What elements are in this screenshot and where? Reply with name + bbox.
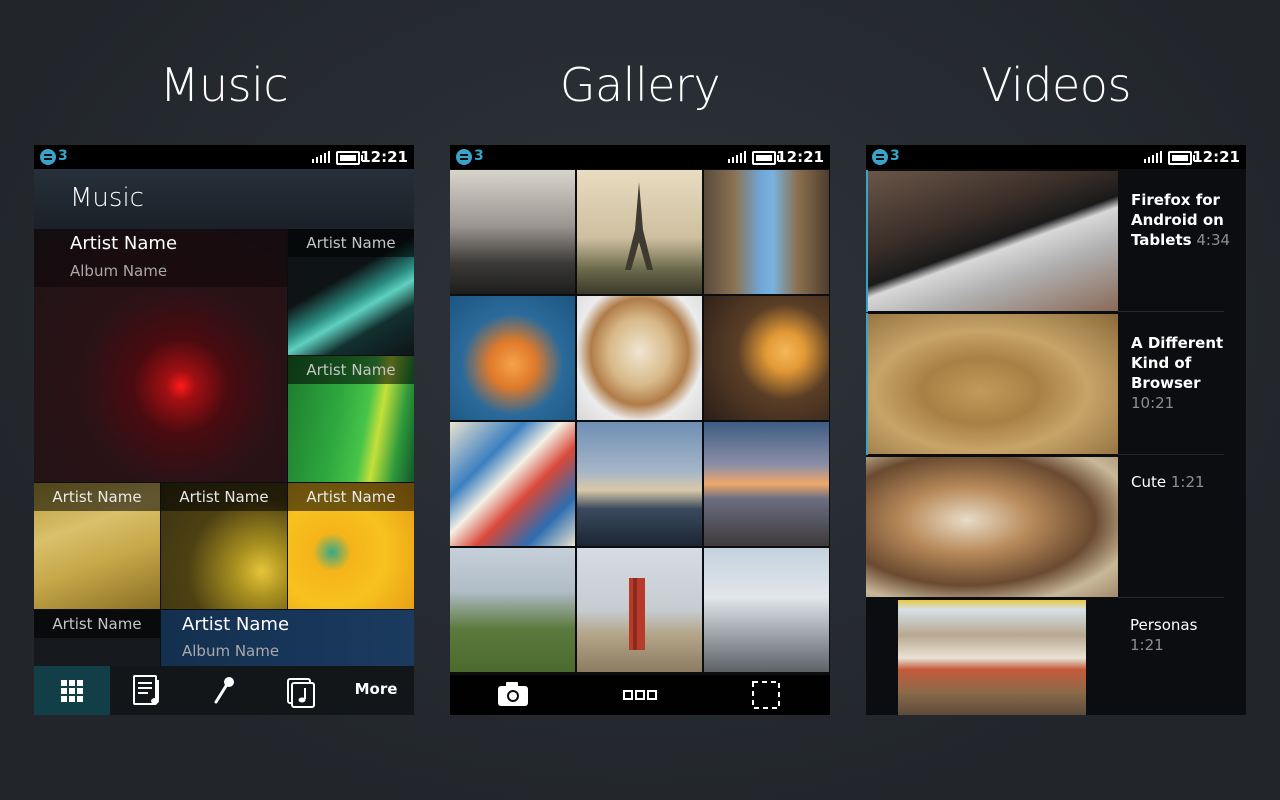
clock: 12:21 (360, 148, 408, 166)
camera-icon[interactable] (495, 679, 531, 711)
notification-count: 3 (474, 148, 484, 164)
video-duration: 10:21 (1131, 394, 1175, 412)
divider (1118, 454, 1224, 455)
now-playing-tile[interactable]: Artist Name Album Name (161, 610, 414, 666)
thumbnail-view-icon[interactable] (622, 685, 658, 705)
video-info: Cute 1:21 (1131, 472, 1241, 492)
gallery-toolbar (450, 675, 830, 715)
music-header: Music (34, 169, 414, 229)
video-duration: 4:34 (1196, 231, 1231, 249)
featured-album-meta: Artist Name Album Name (34, 229, 287, 287)
photo-thumbnail[interactable] (577, 422, 702, 546)
fullscreen-select-icon[interactable] (750, 679, 782, 711)
artists-button[interactable] (186, 666, 262, 715)
videos-section-title: Videos (981, 58, 1131, 112)
gallery-phone-screen: 3 12:21 (450, 145, 830, 715)
notification-icon[interactable] (40, 149, 56, 165)
photo-thumbnail[interactable] (704, 296, 829, 420)
playlist-icon (133, 675, 159, 705)
artist-name-label: Artist Name (161, 483, 287, 511)
photo-thumbnail[interactable] (704, 548, 829, 672)
featured-album-name: Album Name (70, 262, 168, 280)
artist-name-label: Artist Name (288, 229, 414, 257)
photo-thumbnail[interactable] (450, 170, 575, 294)
photo-thumbnail[interactable] (577, 170, 702, 294)
battery-icon (336, 151, 363, 165)
featured-album-tile[interactable]: Artist Name Album Name (34, 229, 287, 482)
video-info: Firefox for Android on Tablets 4:34 (1131, 190, 1241, 250)
signal-icon (1144, 151, 1162, 163)
video-thumbnail (868, 314, 1118, 454)
grid-view-button[interactable] (34, 666, 110, 715)
music-section-title: Music (159, 58, 289, 112)
video-duration: 1:21 (1130, 636, 1164, 654)
red-sculpture-image (629, 578, 645, 650)
photo-thumbnail[interactable] (704, 422, 829, 546)
music-phone-screen: 3 12:21 Music Artist Name Album Name Art… (34, 145, 414, 715)
video-duration: 1:21 (1170, 473, 1205, 491)
signal-icon (728, 151, 746, 163)
more-label: More (354, 680, 398, 698)
video-list-item[interactable]: A Different Kind of Browser 10:21 (866, 313, 1246, 455)
notification-icon[interactable] (872, 149, 888, 165)
clock: 12:21 (776, 148, 824, 166)
grid-icon (61, 680, 83, 702)
microphone-icon (214, 677, 234, 704)
album-tile[interactable]: Artist Name (34, 610, 160, 666)
albums-icon (287, 678, 315, 708)
artist-name-label: Artist Name (34, 610, 160, 638)
video-title: A Different Kind of Browser (1131, 334, 1224, 392)
video-title: Cute (1131, 473, 1167, 491)
video-thumbnail (898, 600, 1086, 715)
artist-name-label: Artist Name (288, 356, 414, 384)
playlists-button[interactable] (110, 666, 186, 715)
videos-phone-screen: 3 12:21 Firefox for Android on Tablets 4… (866, 145, 1246, 715)
video-list-item[interactable]: Firefox for Android on Tablets 4:34 (866, 170, 1246, 312)
video-info: A Different Kind of Browser 10:21 (1131, 333, 1241, 413)
notification-count: 3 (58, 148, 68, 164)
clock: 12:21 (1192, 148, 1240, 166)
battery-icon (752, 151, 779, 165)
gallery-section-title: Gallery (559, 58, 721, 112)
photo-thumbnail[interactable] (577, 548, 702, 672)
artist-name-label: Artist Name (34, 483, 160, 511)
photo-thumbnail[interactable] (450, 296, 575, 420)
album-tile[interactable]: Artist Name (288, 483, 414, 609)
signal-icon (312, 151, 330, 163)
status-bar: 3 12:21 (450, 145, 830, 169)
video-thumbnail (868, 171, 1118, 311)
now-playing-meta: Artist Name Album Name (161, 610, 414, 666)
photo-thumbnail[interactable] (450, 548, 575, 672)
photo-thumbnail[interactable] (450, 422, 575, 546)
video-list-item[interactable]: Cute 1:21 (866, 456, 1246, 598)
album-tile[interactable]: Artist Name (288, 229, 414, 355)
video-thumbnail (866, 457, 1118, 597)
now-playing-artist: Artist Name (182, 614, 290, 635)
divider (1118, 311, 1224, 312)
video-title: Personas (1130, 616, 1198, 634)
album-tile[interactable]: Artist Name (161, 483, 287, 609)
music-toolbar: More (34, 666, 414, 715)
album-tile[interactable]: Artist Name (34, 483, 160, 609)
notification-count: 3 (890, 148, 900, 164)
albums-button[interactable] (262, 666, 338, 715)
featured-artist-name: Artist Name (70, 233, 178, 254)
photo-thumbnail[interactable] (704, 170, 829, 294)
eiffel-tower-image (625, 182, 653, 270)
photo-thumbnail[interactable] (577, 296, 702, 420)
battery-icon (1168, 151, 1195, 165)
status-bar: 3 12:21 (866, 145, 1246, 169)
now-playing-album: Album Name (182, 642, 280, 660)
more-button[interactable]: More (338, 666, 414, 715)
video-info: Personas 1:21 (1130, 615, 1240, 655)
album-tile[interactable]: Artist Name (288, 356, 414, 482)
status-bar: 3 12:21 (34, 145, 414, 169)
artist-name-label: Artist Name (288, 483, 414, 511)
divider (1118, 597, 1224, 598)
music-header-title: Music (70, 183, 144, 213)
notification-icon[interactable] (456, 149, 472, 165)
video-list-item[interactable]: Personas 1:21 (866, 599, 1246, 715)
